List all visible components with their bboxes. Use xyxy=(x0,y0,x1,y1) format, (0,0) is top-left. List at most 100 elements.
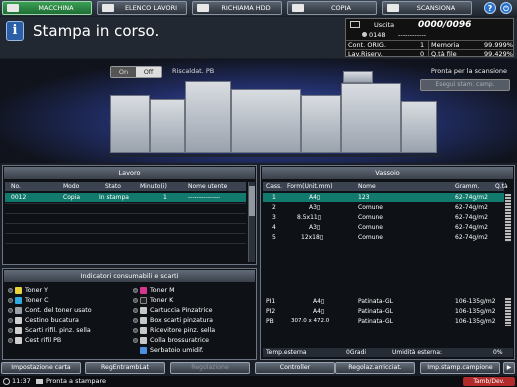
user-count: 0148 xyxy=(369,31,386,39)
sample-print-button[interactable]: Esegui stam. camp. xyxy=(420,79,510,91)
consumable-staple-waste: Box scarti pinzatura xyxy=(133,316,253,325)
tab-scan[interactable]: SCANSIONA xyxy=(382,1,472,15)
tray-gramm: 106-135g/m2 xyxy=(455,298,496,305)
tray-cass: PB xyxy=(266,318,274,325)
tray-cass: 3 xyxy=(272,214,276,221)
toggle-off[interactable]: Off xyxy=(136,67,161,77)
tray-gramm: 106-135g/m2 xyxy=(455,318,496,325)
tray-gramm: 106-135g/m2 xyxy=(455,308,496,315)
tray-form: A4▯ xyxy=(309,194,321,201)
tray-form: A3▯ xyxy=(309,224,321,231)
copy-icon xyxy=(292,4,304,12)
job-row[interactable]: 0012 Copia In stampa 1 --------------- xyxy=(5,193,246,202)
duplex-adjust-button[interactable]: RegEntrambLat xyxy=(85,362,165,374)
hdd-icon xyxy=(197,4,209,12)
machine-unit-6 xyxy=(341,83,401,153)
job-row-empty xyxy=(5,233,246,242)
consumable-label: Ricevitore pinz. sella xyxy=(150,327,216,334)
job-utente: --------------- xyxy=(188,194,221,201)
toner-c-icon xyxy=(15,297,22,304)
tray-form: A4▯ xyxy=(313,308,325,315)
job-row-empty xyxy=(5,223,246,232)
tray-row-pb[interactable]: PB 307.0 x 472.0 Patinata-GL 106-135g/m2 xyxy=(263,317,504,326)
tab-recall-hdd-label: RICHIAMA HDD xyxy=(221,4,271,12)
output-tray-icon xyxy=(350,21,360,28)
tray-form: 307.0 x 472.0 xyxy=(291,318,330,324)
tab-recall-hdd[interactable]: RICHIAMA HDD xyxy=(192,1,282,15)
tray-row[interactable]: 5 12x18▯ Comune 62-74g/m2 xyxy=(263,233,504,242)
job-row-empty xyxy=(5,213,246,222)
next-arrow-button[interactable]: ▶ xyxy=(503,362,515,374)
tab-copy[interactable]: COPIA xyxy=(287,1,377,15)
heat-label: Riscaldat. PB xyxy=(172,67,215,75)
consumable-label: Toner C xyxy=(25,297,49,304)
toner-y-icon xyxy=(15,287,22,294)
tray-row-pi1[interactable]: PI1 A4▯ Patinata-GL 106-135g/m2 xyxy=(263,297,504,306)
consumable-toner-m: Toner M xyxy=(133,286,253,295)
job-col-minuti: Minuto(i) xyxy=(140,183,167,190)
job-panel-title: Lavoro xyxy=(4,167,255,179)
heat-toggle[interactable]: On Off xyxy=(110,66,162,78)
status-led-icon xyxy=(8,298,13,303)
tray-row[interactable]: 3 8.5x11▯ Comune 62-74g/m2 xyxy=(263,213,504,222)
tray-nome: Patinata-GL xyxy=(358,318,393,325)
consumable-toner-y: Toner Y xyxy=(8,286,128,295)
tray-row[interactable]: 4 A3▯ Comune 62-74g/m2 xyxy=(263,223,504,232)
status-led-icon xyxy=(8,288,13,293)
toner-developer-badge[interactable]: Tamb/Dev. xyxy=(463,377,515,386)
printer-icon xyxy=(36,379,43,384)
status-led-icon xyxy=(8,328,13,333)
consumable-label: Cont. del toner usato xyxy=(25,307,92,314)
tray-row[interactable]: 2 A3▯ Comune 62-74g/m2 xyxy=(263,203,504,212)
lav-riserv-label: Lav.Riserv. xyxy=(348,50,383,58)
consumable-label: Toner K xyxy=(150,297,174,304)
tab-job-list[interactable]: ELENCO LAVORI xyxy=(97,1,187,15)
cont-orig-label: Cont. ORIG. xyxy=(348,41,386,49)
consumables-panel: Indicatori consumabili e scarti Toner Y … xyxy=(2,268,257,360)
toggle-on[interactable]: On xyxy=(111,67,136,77)
tray-row-pi2[interactable]: PI2 A4▯ Patinata-GL 106-135g/m2 xyxy=(263,307,504,316)
job-row-empty xyxy=(5,203,246,212)
consumable-label: Box scarti pinzatura xyxy=(150,317,213,324)
curl-adjust-button[interactable]: Regolaz.arricciat. xyxy=(335,362,415,374)
job-panel: Lavoro No. Modo Stato Minuto(i) Nome ute… xyxy=(2,165,257,265)
humidity-readout: Umidità esterna: 0% xyxy=(389,348,513,357)
job-scroll-thumb[interactable] xyxy=(249,186,255,216)
power-icon: ⏻ xyxy=(503,5,509,13)
toner-m-icon xyxy=(140,287,147,294)
consumable-humidifier: Serbatoio umidif. xyxy=(133,346,253,355)
job-no: 0012 xyxy=(11,194,27,201)
user-icon xyxy=(362,32,367,37)
footer-bar: 11:37 Pronta a stampare Tamb/Dev. xyxy=(0,376,517,387)
consumable-label: Toner Y xyxy=(25,287,48,294)
tray-gramm: 62-74g/m2 xyxy=(455,234,488,241)
status-led-icon xyxy=(133,328,138,333)
memoria-value: 99.999% xyxy=(484,41,513,49)
tray-gramm: 62-74g/m2 xyxy=(455,204,488,211)
sample-print-settings-button[interactable]: Imp.stamp.campione xyxy=(420,362,500,374)
consumable-label: Colla brossuratrice xyxy=(150,337,210,344)
help-button[interactable]: ? xyxy=(484,2,496,14)
power-button[interactable]: ⏻ xyxy=(500,2,512,14)
consumable-label: Toner M xyxy=(150,287,175,294)
status-led-icon xyxy=(8,318,13,323)
temp-label: Temp.esterna xyxy=(266,349,307,356)
tray-row[interactable]: 1 A4▯ 123 62-74g/m2 xyxy=(263,193,504,202)
footer-time: 11:37 xyxy=(12,377,31,385)
scanner-unit xyxy=(343,71,373,83)
tab-machine[interactable]: MACCHINA xyxy=(2,1,92,15)
job-col-utente: Nome utente xyxy=(188,183,228,190)
consumables-title: Indicatori consumabili e scarti xyxy=(4,270,255,282)
adjustment-button[interactable]: Regolazione xyxy=(170,362,250,374)
controller-button[interactable]: Controller xyxy=(255,362,335,374)
help-icon: ? xyxy=(487,4,493,13)
machine-unit-3 xyxy=(185,81,231,153)
tray-col-form: Form(Unit.mm) xyxy=(287,183,333,190)
tray-cass: 1 xyxy=(272,194,276,201)
status-led-icon xyxy=(133,288,138,293)
consumable-toner-k: Toner K xyxy=(133,296,253,305)
humidity-label: Umidità esterna: xyxy=(392,349,443,356)
job-scrollbar[interactable] xyxy=(248,182,255,262)
paper-setting-button[interactable]: Impostazione carta xyxy=(1,362,81,374)
tray-form: 12x18▯ xyxy=(301,234,324,241)
